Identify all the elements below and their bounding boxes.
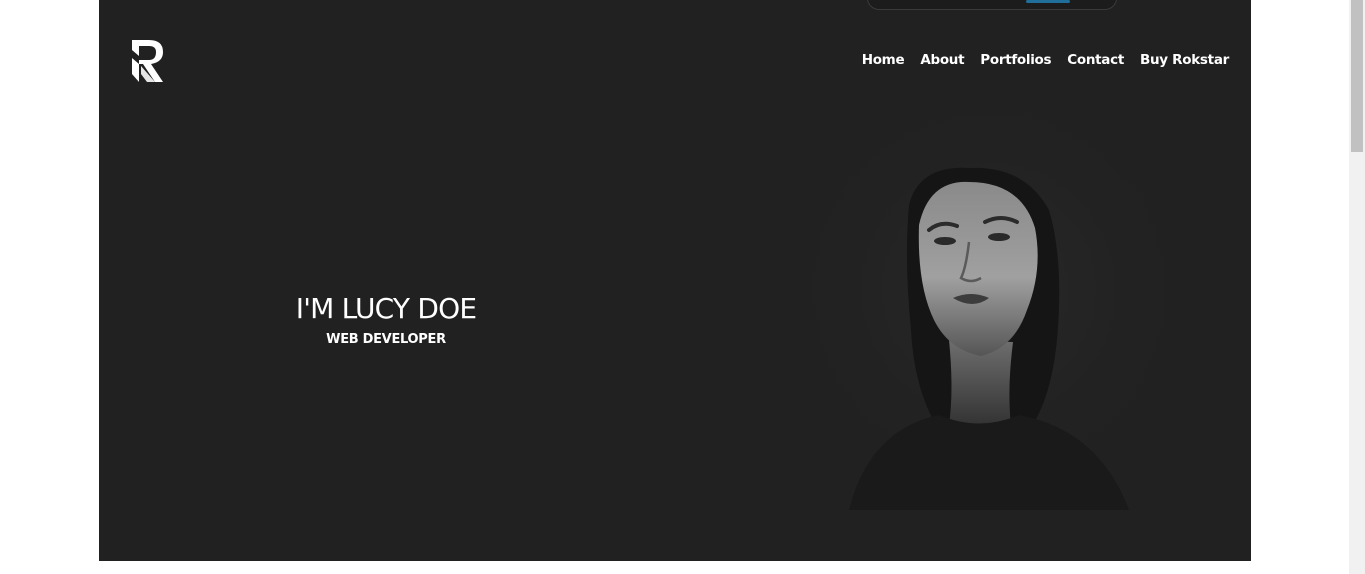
- page: Home About Portfolios Contact Buy Roksta…: [0, 0, 1365, 574]
- pill-accent-bar: [1026, 0, 1070, 3]
- nav-portfolios[interactable]: Portfolios: [980, 52, 1051, 68]
- woman-portrait-photo: [789, 110, 1189, 510]
- hero-portrait-image: [789, 110, 1189, 510]
- hero-subtitle: WEB DEVELOPER: [326, 332, 446, 347]
- nav-home[interactable]: Home: [862, 52, 905, 68]
- top-pill-widget[interactable]: [867, 0, 1117, 10]
- page-scrollbar[interactable]: [1349, 0, 1365, 574]
- site-logo[interactable]: [129, 36, 169, 86]
- scrollbar-thumb[interactable]: [1351, 0, 1363, 152]
- hero-section: Home About Portfolios Contact Buy Roksta…: [99, 0, 1251, 561]
- hero-intro: I'M LUCY DOE WEB DEVELOPER: [286, 290, 486, 347]
- r-letter-logo-icon: [132, 40, 163, 82]
- nav-buy-rokstar[interactable]: Buy Rokstar: [1140, 52, 1229, 68]
- hero-title: I'M LUCY DOE: [295, 292, 477, 325]
- nav-about[interactable]: About: [920, 52, 964, 68]
- main-nav: Home About Portfolios Contact Buy Roksta…: [862, 52, 1230, 68]
- nav-contact[interactable]: Contact: [1067, 52, 1124, 68]
